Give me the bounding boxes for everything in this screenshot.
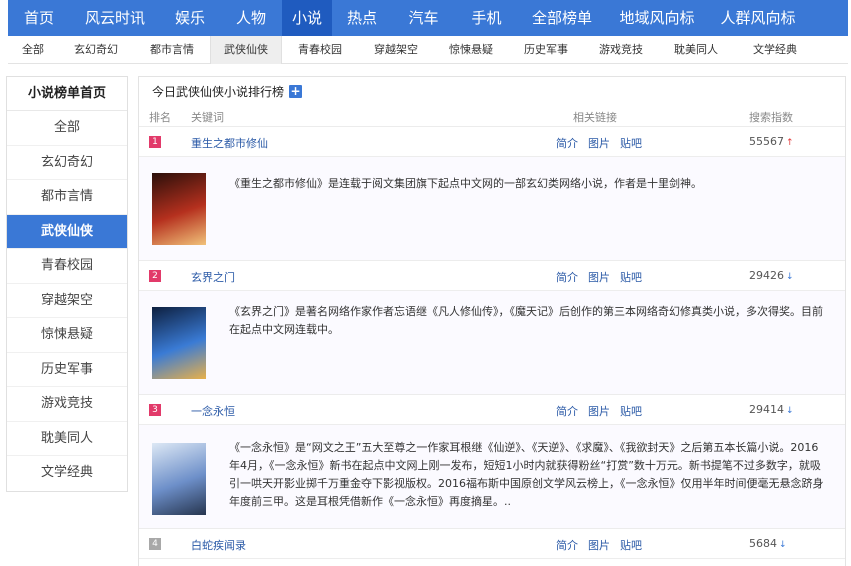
sidebar-item-3[interactable]: 武侠仙侠 [7, 214, 127, 249]
row-detail: 《一念永恒》是“网文之王”五大至尊之一作家耳根继《仙逆》、《天逆》、《求魔》、《… [139, 425, 845, 529]
related-link-1[interactable]: 图片 [588, 539, 610, 552]
topnav-item-2[interactable]: 娱乐 [160, 0, 220, 36]
column-rank: 排名 [149, 111, 171, 124]
ranking-panel: 今日武侠仙侠小说排行榜 + 排名 关键词 相关链接 搜索指数 1 重生之都市修仙简… [138, 76, 846, 566]
related-link-2[interactable]: 贴吧 [620, 539, 642, 552]
search-score: 5684 ↓ [749, 537, 787, 550]
table-row: 2 玄界之门 简介 图片 贴吧 29426 ↓ [139, 261, 845, 291]
related-links: 简介 图片 贴吧 [556, 537, 652, 553]
topnav-item-4[interactable]: 小说 [282, 0, 332, 36]
subnav-item-10[interactable]: 文学经典 [734, 36, 816, 64]
score-value: 29414 [749, 403, 784, 416]
topnav-item-1[interactable]: 风云时讯 [70, 0, 160, 36]
subnav-item-8[interactable]: 游戏竞技 [584, 36, 658, 64]
subnav-item-4[interactable]: 青春校园 [282, 36, 358, 64]
subnav-item-3[interactable]: 武侠仙侠 [210, 36, 282, 64]
related-link-2[interactable]: 贴吧 [620, 405, 642, 418]
book-description: 《重生之都市修仙》是连载于阅文集团旗下起点中文网的一部玄幻类网络小说，作者是十里… [229, 177, 702, 190]
score-value: 55567 [749, 135, 784, 148]
book-description: 《一念永恒》是“网文之王”五大至尊之一作家耳根继《仙逆》、《天逆》、《求魔》、《… [229, 441, 824, 508]
related-links: 简介 图片 贴吧 [556, 269, 652, 285]
related-link-0[interactable]: 简介 [556, 271, 578, 284]
related-links: 简介 图片 贴吧 [556, 135, 652, 151]
sidebar-list: 全部 玄幻奇幻 都市言情 武侠仙侠 青春校园 穿越架空 惊悚悬疑 历史军事 游戏竞技 耽美同人 文学… [7, 111, 127, 491]
topnav-item-9[interactable]: 地域风向标 [606, 0, 708, 36]
topnav-item-6[interactable]: 汽车 [392, 0, 455, 36]
column-keyword: 关键词 [191, 111, 224, 124]
related-link-2[interactable]: 贴吧 [620, 137, 642, 150]
related-link-0[interactable]: 简介 [556, 137, 578, 150]
rank-badge: 3 [149, 404, 161, 416]
book-description: 《玄界之门》是著名网络作家作者忘语继《凡人修仙传》，《魔天记》后创作的第三本网络… [229, 305, 823, 336]
related-link-1[interactable]: 图片 [588, 271, 610, 284]
rank-badge: 2 [149, 270, 161, 282]
subnav-item-5[interactable]: 穿越架空 [358, 36, 434, 64]
keyword-link[interactable]: 玄界之门 [191, 269, 235, 285]
sidebar-item-4[interactable]: 青春校园 [7, 249, 127, 284]
column-links: 相关链接 [573, 111, 617, 124]
sidebar-item-1[interactable]: 玄幻奇幻 [7, 146, 127, 180]
search-score: 29426 ↓ [749, 269, 794, 282]
ranking-title-bar: 今日武侠仙侠小说排行榜 + [139, 77, 845, 105]
search-score: 55567 ↑ [749, 135, 794, 148]
keyword-link[interactable]: 白蛇疾闻录 [191, 537, 246, 553]
ranking-list: 1 重生之都市修仙 简介 图片 贴吧 55567 ↑ 《重生之都市修仙》是连载于阅文集团旗下起… [139, 127, 845, 559]
subnav-item-1[interactable]: 玄幻奇幻 [58, 36, 134, 64]
related-link-2[interactable]: 贴吧 [620, 271, 642, 284]
keyword-link[interactable]: 重生之都市修仙 [191, 135, 268, 151]
sidebar-item-0[interactable]: 全部 [7, 111, 127, 146]
topnav-item-7[interactable]: 手机 [455, 0, 518, 36]
topnav-item-8[interactable]: 全部榜单 [518, 0, 606, 36]
search-score: 29414 ↓ [749, 403, 794, 416]
arrow-down-icon: ↓ [779, 540, 787, 550]
table-row: 3 一念永恒 简介 图片 贴吧 29414 ↓ [139, 395, 845, 425]
sidebar-item-7[interactable]: 历史军事 [7, 353, 127, 387]
arrow-up-icon: ↑ [786, 138, 794, 148]
sidebar-item-6[interactable]: 惊悚悬疑 [7, 318, 127, 353]
book-cover-image[interactable] [152, 173, 206, 245]
plus-icon[interactable]: + [289, 84, 303, 98]
top-navigation-bar: 首页 风云时讯 娱乐 人物 小说 热点 汽车 手机 全部榜单 地域风向标 人群风向标 [8, 0, 848, 36]
sidebar-item-10[interactable]: 文学经典 [7, 456, 127, 491]
related-link-1[interactable]: 图片 [588, 405, 610, 418]
book-cover-image[interactable] [152, 443, 206, 515]
rank-badge: 4 [149, 538, 161, 550]
sidebar-item-9[interactable]: 耽美同人 [7, 422, 127, 456]
related-links: 简介 图片 贴吧 [556, 403, 652, 419]
topnav-item-0[interactable]: 首页 [8, 0, 70, 36]
sidebar-item-5[interactable]: 穿越架空 [7, 284, 127, 318]
related-link-1[interactable]: 图片 [588, 137, 610, 150]
arrow-down-icon: ↓ [786, 272, 794, 282]
sidebar-item-8[interactable]: 游戏竞技 [7, 387, 127, 422]
score-value: 29426 [749, 269, 784, 282]
topnav-item-3[interactable]: 人物 [220, 0, 282, 36]
sidebar-item-2[interactable]: 都市言情 [7, 180, 127, 215]
related-link-0[interactable]: 简介 [556, 405, 578, 418]
row-detail: 《重生之都市修仙》是连载于阅文集团旗下起点中文网的一部玄幻类网络小说，作者是十里… [139, 157, 845, 261]
book-cover-image[interactable] [152, 307, 206, 379]
keyword-link[interactable]: 一念永恒 [191, 403, 235, 419]
top-navigation: 首页 风云时讯 娱乐 人物 小说 热点 汽车 手机 全部榜单 地域风向标 人群风向标 [0, 0, 851, 36]
table-row: 1 重生之都市修仙 简介 图片 贴吧 55567 ↑ [139, 127, 845, 157]
subnav-item-7[interactable]: 历史军事 [508, 36, 584, 64]
related-link-0[interactable]: 简介 [556, 539, 578, 552]
column-headers: 排名 关键词 相关链接 搜索指数 [139, 105, 845, 127]
subnav-item-9[interactable]: 耽美同人 [658, 36, 734, 64]
subnav-item-0[interactable]: 全部 [8, 36, 58, 64]
score-value: 5684 [749, 537, 777, 550]
arrow-down-icon: ↓ [786, 406, 794, 416]
table-row: 4 白蛇疾闻录 简介 图片 贴吧 5684 ↓ [139, 529, 845, 559]
row-detail: 《玄界之门》是著名网络作家作者忘语继《凡人修仙传》，《魔天记》后创作的第三本网络… [139, 291, 845, 395]
page-title: 今日武侠仙侠小说排行榜 [152, 84, 285, 99]
subnav-item-6[interactable]: 惊悚悬疑 [434, 36, 508, 64]
sidebar-title[interactable]: 小说榜单首页 [7, 77, 127, 111]
column-score: 搜索指数 [749, 111, 793, 124]
topnav-item-10[interactable]: 人群风向标 [708, 0, 808, 36]
rank-badge: 1 [149, 136, 161, 148]
subnav-item-2[interactable]: 都市言情 [134, 36, 210, 64]
sidebar: 小说榜单首页 全部 玄幻奇幻 都市言情 武侠仙侠 青春校园 穿越架空 惊悚悬疑 历史军事 游戏竞… [6, 76, 128, 492]
category-subnav: 全部 玄幻奇幻 都市言情 武侠仙侠 青春校园 穿越架空 惊悚悬疑 历史军事 游戏竞技 耽美同人 文学… [8, 36, 848, 64]
topnav-item-5[interactable]: 热点 [332, 0, 392, 36]
